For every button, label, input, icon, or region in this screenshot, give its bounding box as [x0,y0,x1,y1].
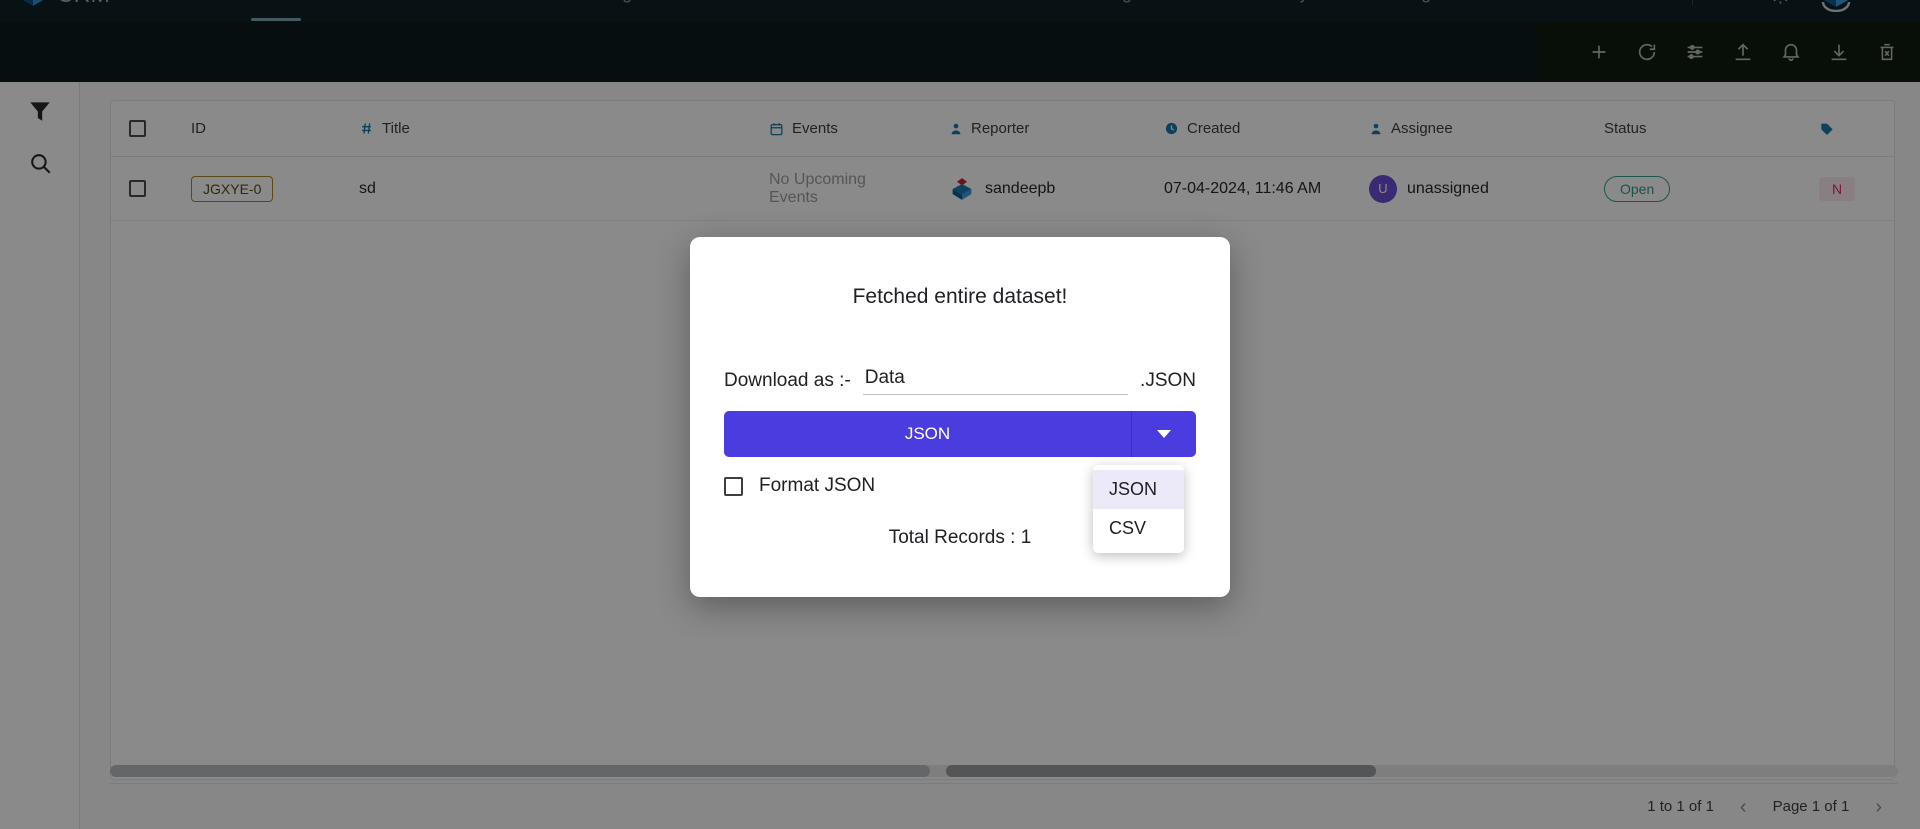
download-dataset-modal: Fetched entire dataset! Download as :- .… [690,237,1230,597]
format-json-label: Format JSON [759,475,876,496]
file-extension-label: .JSON [1140,370,1196,391]
download-as-label: Download as :- [724,370,851,391]
format-json-checkbox[interactable] [724,476,743,496]
download-json-button[interactable]: JSON [724,411,1131,457]
format-dropdown-toggle[interactable] [1132,411,1196,457]
dropdown-option-csv[interactable]: CSV [1093,509,1184,548]
filename-row: Download as :- .JSON [724,367,1196,395]
chevron-down-icon [1157,430,1171,438]
dropdown-option-json[interactable]: JSON [1093,470,1184,509]
filename-input[interactable] [862,367,1129,395]
download-split-button: JSON [724,411,1196,457]
format-dropdown-menu: JSON CSV [1093,465,1184,553]
app-root: CRM Get Started Leads CRM Stats Funnel C… [0,0,1920,829]
modal-title: Fetched entire dataset! [852,285,1068,308]
